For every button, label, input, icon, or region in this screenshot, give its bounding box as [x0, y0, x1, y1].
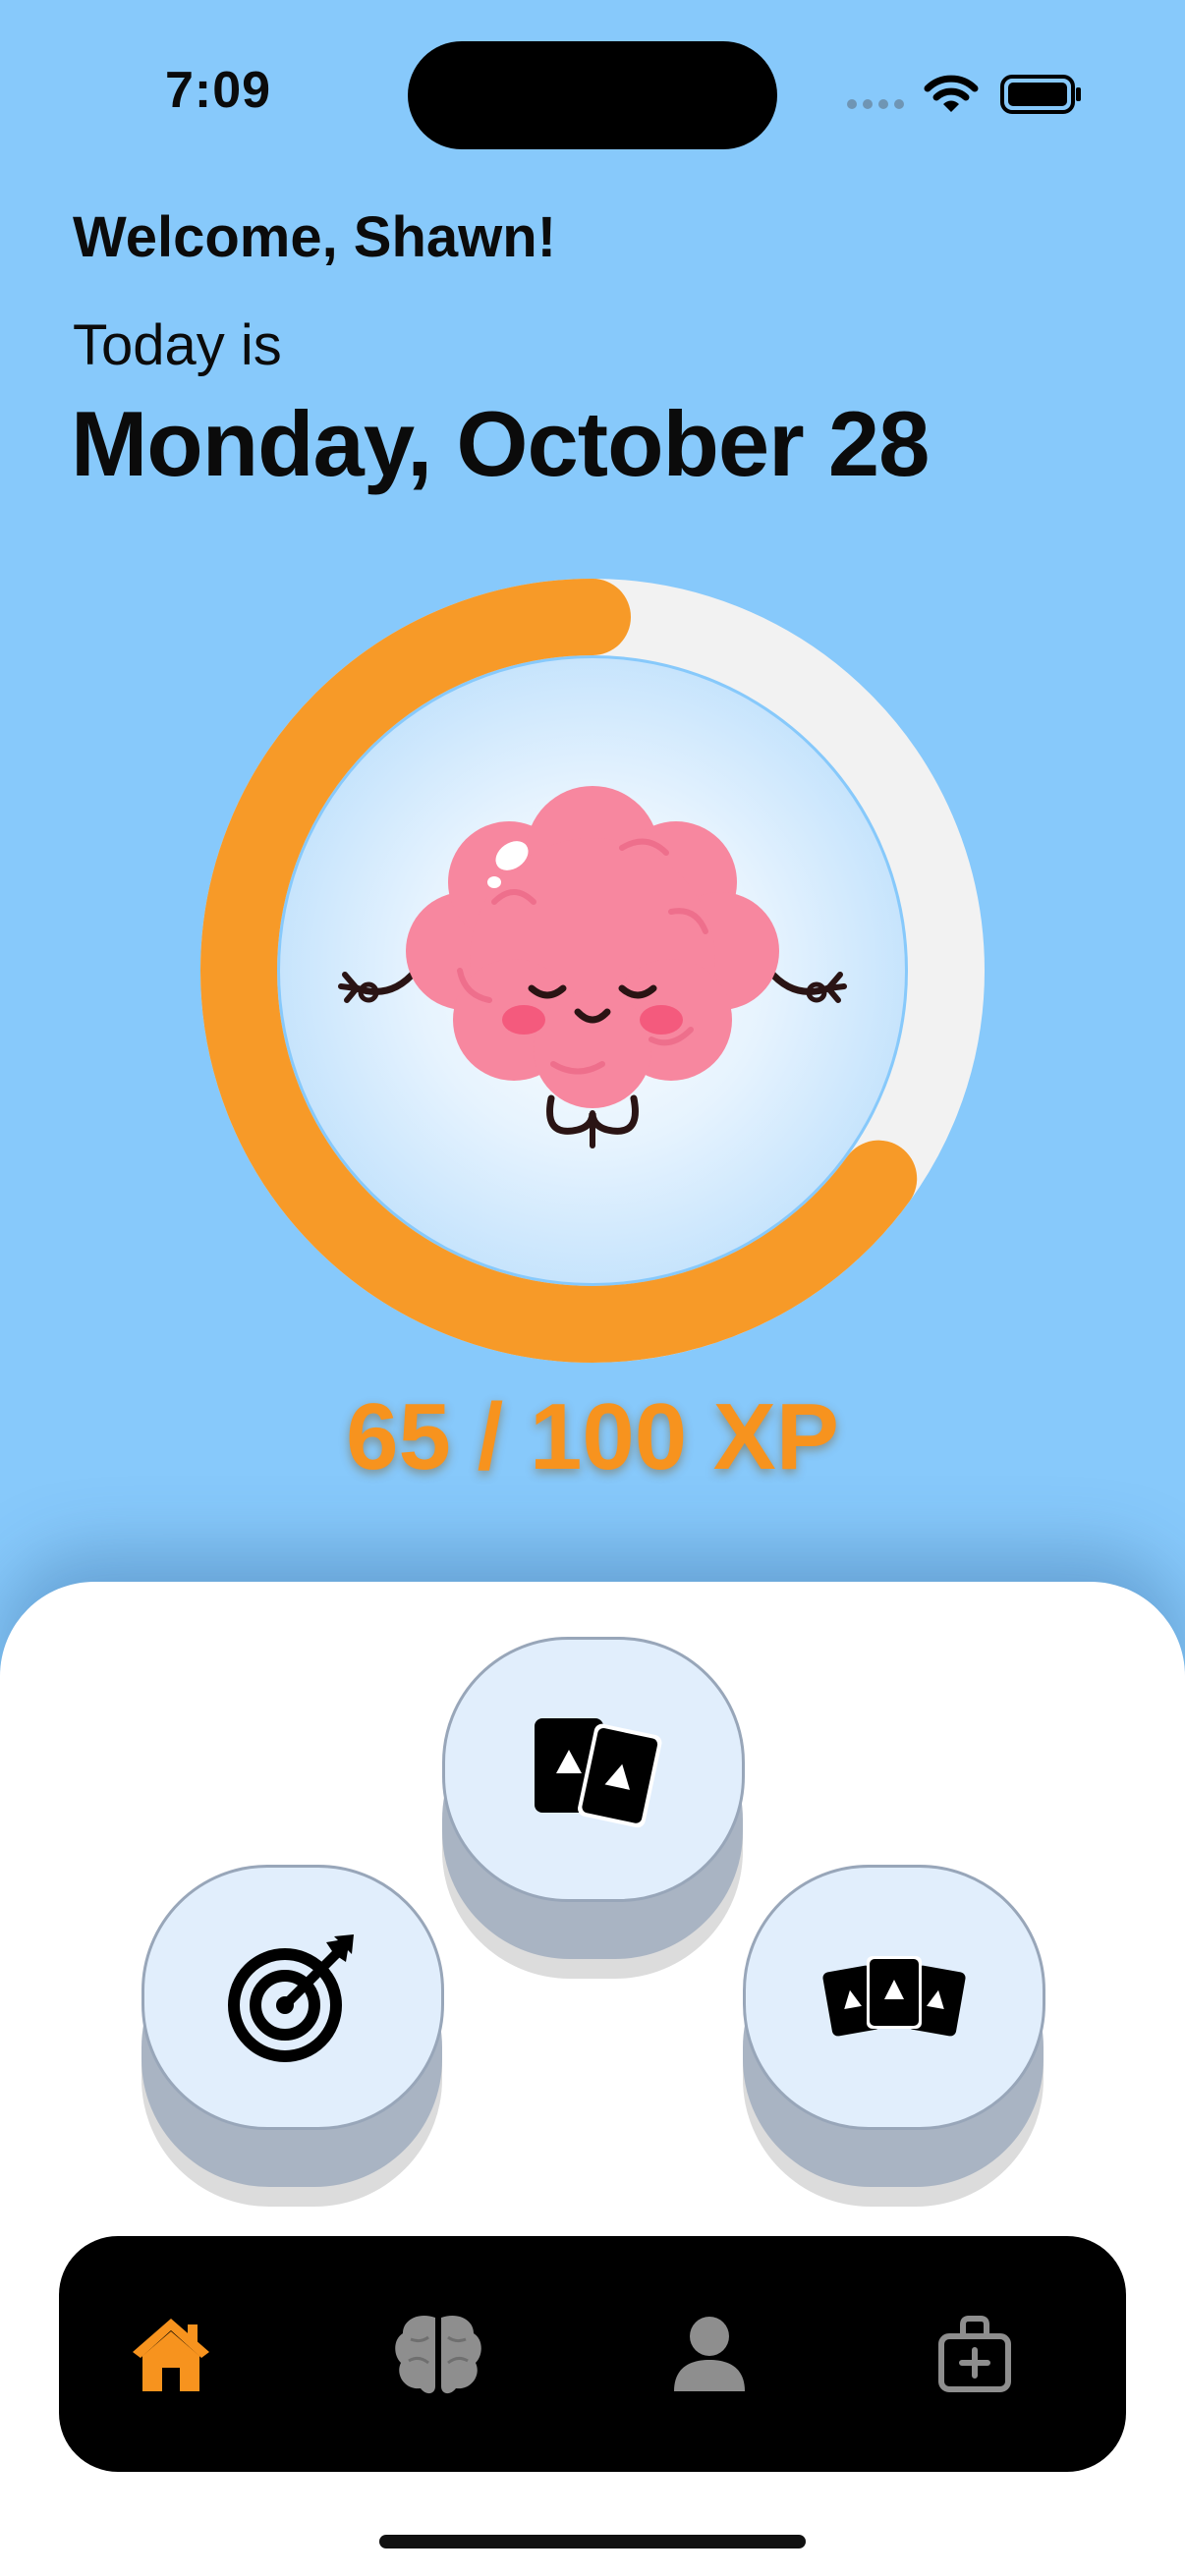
goals-button[interactable] [141, 1865, 444, 2209]
flashcards-pair-button[interactable] [442, 1637, 745, 1981]
today-label: Today is [73, 313, 282, 377]
current-date: Monday, October 28 [71, 392, 930, 495]
flashcards-deck-button[interactable] [743, 1865, 1045, 2209]
tab-home[interactable] [92, 2236, 250, 2472]
tab-kit[interactable] [896, 2236, 1053, 2472]
person-icon [674, 2317, 745, 2391]
tab-brain[interactable] [360, 2236, 517, 2472]
battery-icon [1000, 75, 1081, 114]
tab-bar [59, 2236, 1126, 2472]
cellular-signal-icon [847, 96, 910, 114]
xp-progress-ring [199, 578, 986, 1364]
dynamic-island [408, 41, 777, 149]
three-cards-icon [822, 1956, 966, 2037]
brain-icon [395, 2315, 481, 2394]
wifi-icon [924, 75, 979, 112]
meditating-brain-mascot [338, 786, 847, 1148]
two-cards-icon [535, 1718, 662, 1828]
house-icon [133, 2319, 209, 2391]
home-indicator [379, 2535, 806, 2548]
status-bar: 7:09 [0, 0, 1185, 187]
target-arrow-icon [228, 1934, 354, 2062]
briefcase-plus-icon [938, 2316, 1011, 2392]
welcome-greeting: Welcome, Shawn! [73, 205, 557, 269]
tab-profile[interactable] [631, 2236, 788, 2472]
status-time: 7:09 [165, 62, 272, 119]
xp-progress-label: 65 / 100 XP [346, 1384, 839, 1489]
